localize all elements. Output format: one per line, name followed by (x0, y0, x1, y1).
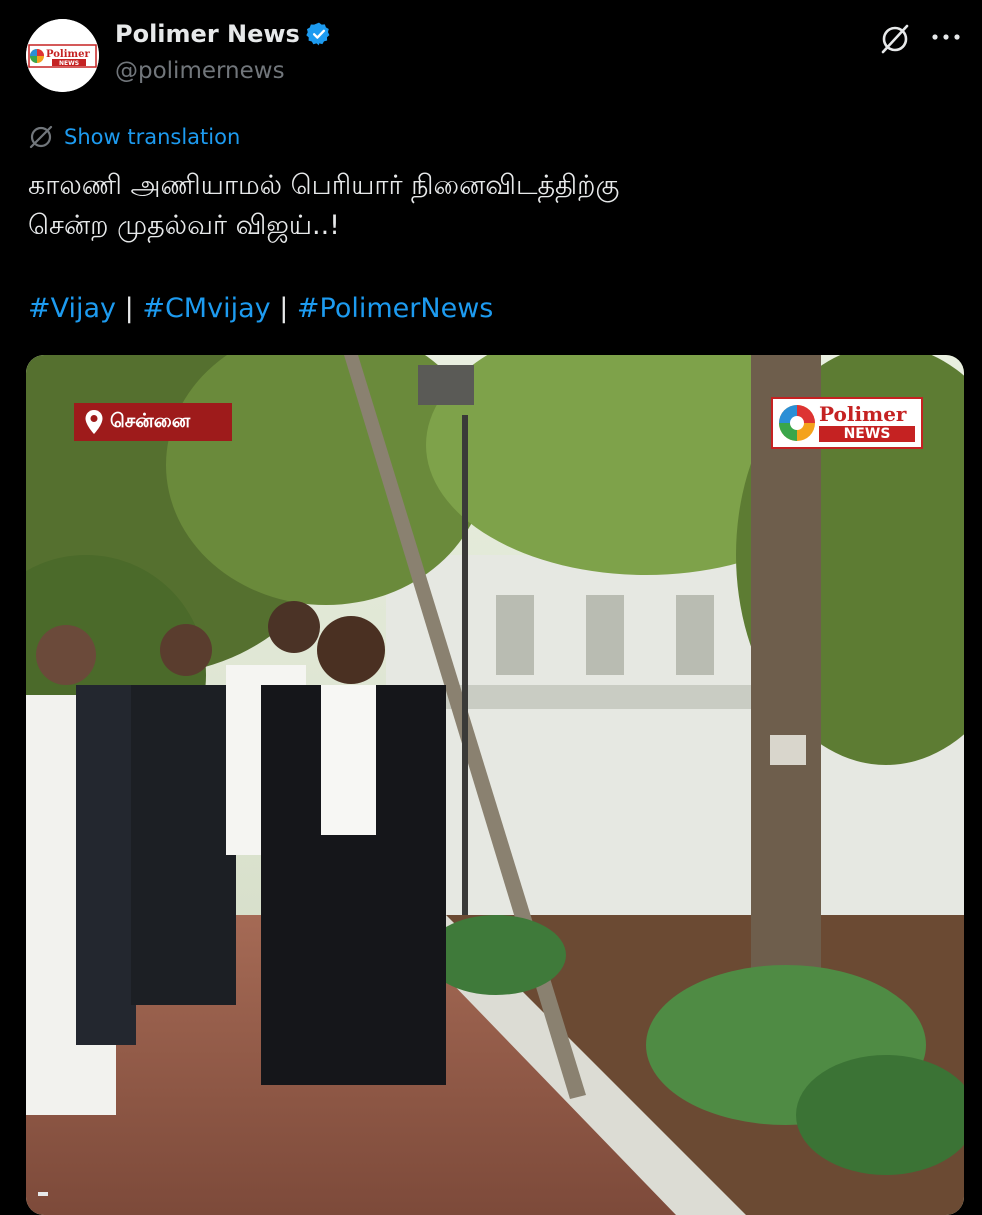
location-label: சென்னை (110, 409, 191, 432)
polimer-news-watermark-logo: Polimer NEWS (771, 397, 923, 449)
hashtag-separator: | (279, 293, 289, 324)
hashtag-separator: | (124, 293, 134, 324)
svg-text:Polimer: Polimer (46, 49, 90, 60)
location-pin-icon (85, 410, 103, 434)
brand-name: Polimer (819, 402, 907, 426)
translate-icon (29, 125, 53, 149)
hashtag-cmvijay[interactable]: #CMvijay (142, 293, 270, 324)
tweet-text-line-1: காலணி அணியாமல் பெரியார் நினைவிடத்திற்கு (28, 170, 620, 201)
polimer-logo-icon: Polimer NEWS (26, 19, 99, 92)
show-translation-label: Show translation (64, 125, 241, 149)
tweet-text-line-2: சென்ற முதல்வர் விஜய்..! (28, 210, 340, 241)
verified-badge-icon (306, 21, 332, 47)
author-name-row: Polimer News (115, 20, 332, 48)
svg-text:NEWS: NEWS (59, 60, 79, 67)
more-icon[interactable] (930, 30, 962, 44)
video-progress-bar[interactable] (38, 1192, 48, 1196)
hashtag-polimernews[interactable]: #PolimerNews (297, 293, 493, 324)
hashtags: #Vijay | #CMvijay | #PolimerNews (28, 293, 493, 324)
grok-icon[interactable] (878, 22, 912, 56)
show-translation-link[interactable]: Show translation (28, 124, 240, 150)
author-handle[interactable]: @polimernews (115, 58, 285, 84)
location-tag: சென்னை (74, 403, 232, 441)
avatar[interactable]: Polimer NEWS (26, 19, 99, 92)
polimer-swirl-icon (779, 405, 815, 441)
author-name[interactable]: Polimer News (115, 20, 300, 48)
tweet-text: காலணி அணியாமல் பெரியார் நினைவிடத்திற்கு … (28, 166, 948, 246)
brand-sub: NEWS (819, 426, 915, 442)
hashtag-vijay[interactable]: #Vijay (28, 293, 116, 324)
tweet-video[interactable]: சென்னை Polimer NEWS (26, 355, 964, 1215)
video-frame-scene (26, 355, 964, 1215)
